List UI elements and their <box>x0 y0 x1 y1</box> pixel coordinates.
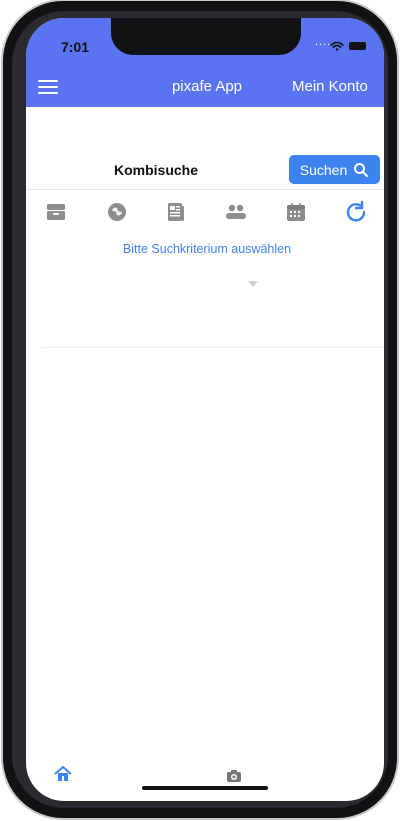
wifi-icon <box>330 41 344 51</box>
app-screen: 7:01 .... pixafe App Mein Konto Kombisuc… <box>26 18 384 801</box>
archive-box-icon[interactable] <box>41 197 71 227</box>
app-stage: 7:01 .... pixafe App Mein Konto Kombisuc… <box>0 0 401 821</box>
dropdown-arrow-icon[interactable] <box>248 281 258 287</box>
search-title: Kombisuche <box>113 162 198 178</box>
search-button-label: Suchen <box>299 161 348 178</box>
newspaper-icon[interactable] <box>161 197 191 227</box>
calendar-icon[interactable] <box>281 197 311 227</box>
menu-icon[interactable] <box>38 80 58 94</box>
globe-icon[interactable] <box>102 197 132 227</box>
search-criteria-hint: Bitte Suchkriterium auswählen <box>122 242 292 256</box>
home-icon[interactable] <box>54 766 72 782</box>
filter-icon-row <box>26 197 384 231</box>
app-title: pixafe App <box>171 78 243 95</box>
people-icon[interactable] <box>221 197 251 227</box>
account-link[interactable]: Mein Konto <box>292 78 368 95</box>
content-divider <box>42 347 384 348</box>
status-time: 7:01 <box>61 39 90 55</box>
search-icon <box>354 162 369 177</box>
signal-text: .... <box>315 36 332 48</box>
top-navigation-bar: 7:01 .... pixafe App Mein Konto <box>26 18 384 107</box>
home-indicator <box>142 786 268 790</box>
refresh-icon[interactable] <box>341 197 371 227</box>
search-button[interactable]: Suchen <box>289 155 380 184</box>
device-notch <box>111 18 301 55</box>
camera-icon[interactable] <box>226 769 242 783</box>
top-divider <box>26 189 384 190</box>
battery-icon <box>349 42 366 50</box>
